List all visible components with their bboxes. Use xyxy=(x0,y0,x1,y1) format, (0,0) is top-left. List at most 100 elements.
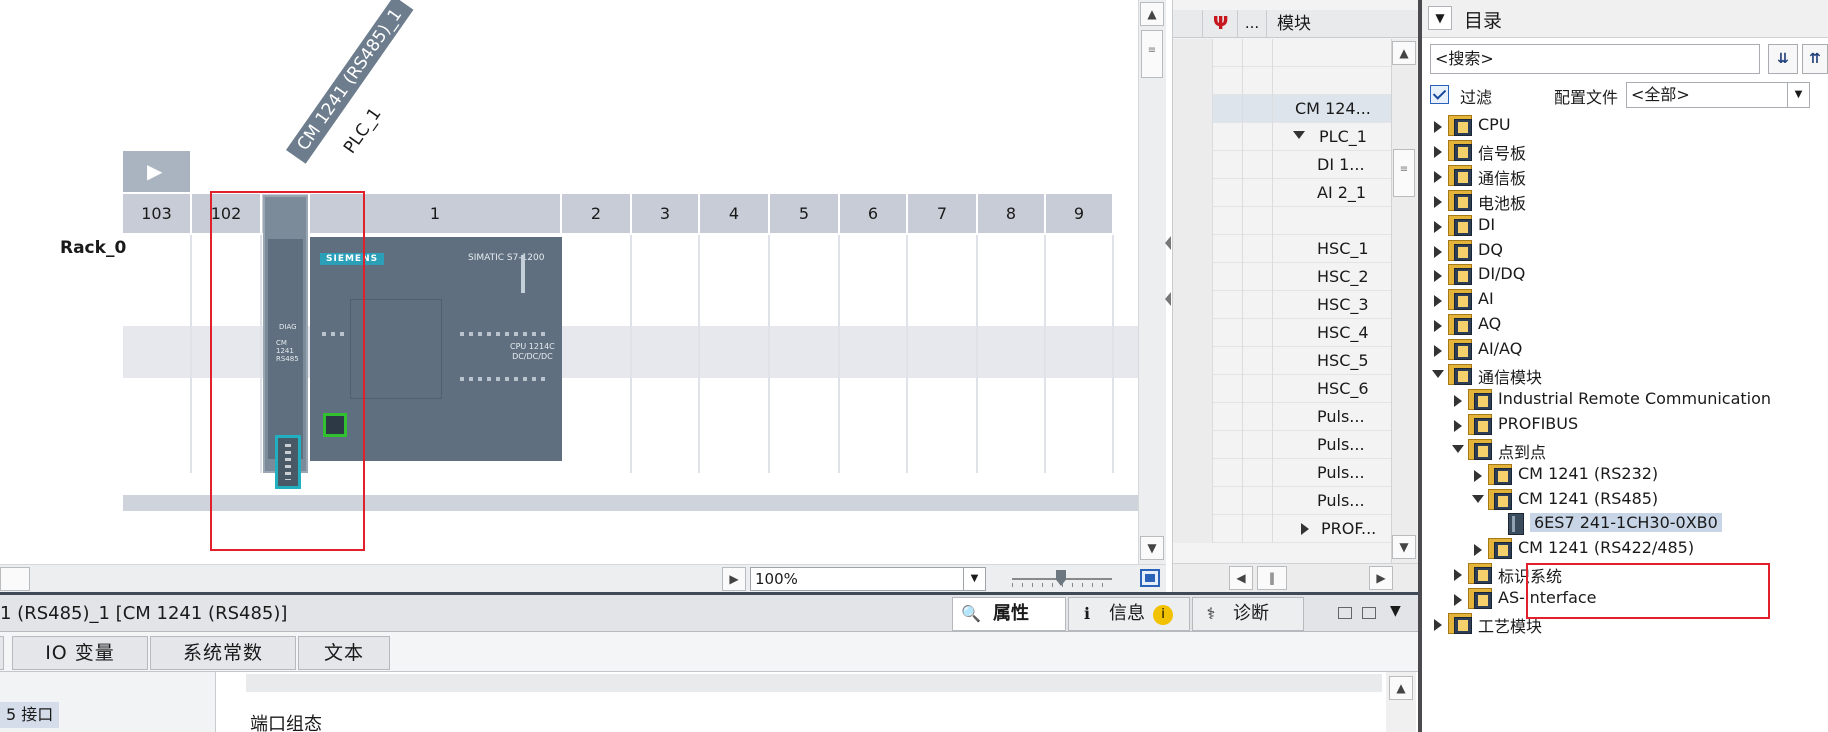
expand-right-icon[interactable] xyxy=(1434,619,1442,631)
search-previous-icon[interactable]: ⇈ xyxy=(1802,44,1828,74)
canvas-vertical-scrollbar[interactable]: ▲ ≡ ▼ xyxy=(1138,0,1166,564)
tab-texts[interactable]: 文本 xyxy=(298,636,390,670)
scroll-right-button[interactable]: ▶ xyxy=(722,567,746,591)
expand-right-icon[interactable] xyxy=(1454,420,1462,432)
scroll-right-button[interactable]: ▶ xyxy=(1369,566,1393,590)
zoom-fit-icon[interactable] xyxy=(1140,569,1160,587)
empty-slot-102[interactable] xyxy=(192,235,262,473)
expand-right-icon[interactable] xyxy=(1474,470,1482,482)
empty-slot-5[interactable] xyxy=(770,235,840,473)
expand-right-icon[interactable] xyxy=(1434,171,1442,183)
expand-right-icon[interactable] xyxy=(1434,270,1442,282)
scroll-left-button[interactable]: ◀ xyxy=(1229,566,1253,590)
plc-name-label[interactable]: PLC_1 xyxy=(340,104,386,157)
overview-column-options[interactable]: ... xyxy=(1237,10,1267,38)
cpu-module[interactable]: SIEMENS SIMATIC S7-1200 CPU 1214C DC/DC/… xyxy=(310,237,562,461)
overview-row[interactable]: Puls... xyxy=(1173,431,1391,459)
overview-row[interactable]: HSC_1 xyxy=(1173,235,1391,263)
overview-row[interactable]: PLC_1 xyxy=(1173,123,1391,151)
overview-row[interactable]: HSC_6 xyxy=(1173,375,1391,403)
tab-system-constants[interactable]: 系统常数 xyxy=(150,636,296,670)
overview-row[interactable] xyxy=(1173,67,1391,95)
expand-right-icon[interactable] xyxy=(1454,594,1462,606)
expand-down-icon[interactable] xyxy=(1472,495,1484,503)
catalog-item-label: 标识系统 xyxy=(1498,567,1563,586)
tab-scroll-left[interactable] xyxy=(0,636,4,670)
inspector-vertical-scrollbar[interactable]: ▲ xyxy=(1386,672,1416,732)
filter-checkbox[interactable] xyxy=(1430,85,1449,104)
tab-properties[interactable]: 🔍 属性 xyxy=(952,597,1066,631)
expand-right-icon[interactable] xyxy=(1454,569,1462,581)
overview-row[interactable]: Puls... xyxy=(1173,403,1391,431)
scroll-thumb[interactable]: ≡ xyxy=(1141,30,1163,78)
overview-row[interactable]: DI 1... xyxy=(1173,151,1391,179)
expand-right-icon[interactable] xyxy=(1434,345,1442,357)
cm1241-rs485-module[interactable]: DIAG CM 1241 RS485 xyxy=(263,195,308,489)
empty-slot-3[interactable] xyxy=(632,235,700,473)
cm-module-body: DIAG CM 1241 RS485 xyxy=(268,239,303,489)
expand-down-icon[interactable] xyxy=(1293,131,1305,139)
overview-row[interactable]: Puls... xyxy=(1173,487,1391,515)
zoom-slider[interactable] xyxy=(1012,569,1112,589)
expand-right-icon[interactable] xyxy=(1454,395,1462,407)
search-next-icon[interactable]: ⇊ xyxy=(1768,44,1798,74)
overview-row[interactable]: CM 124... xyxy=(1173,95,1391,123)
hscroll-thumb[interactable]: ‖ xyxy=(1257,566,1287,590)
hscroll-thumb[interactable] xyxy=(0,567,30,591)
device-view-canvas[interactable]: CM 1241 (RS485)_1 PLC_1 ▶ Rack_0 103 102 1… xyxy=(0,0,1138,564)
column-filter-icon[interactable]: Ψ xyxy=(1213,13,1228,34)
expand-right-icon[interactable] xyxy=(1434,295,1442,307)
catalog-search-input[interactable]: <搜索> xyxy=(1430,44,1760,74)
expand-right-icon[interactable] xyxy=(1434,196,1442,208)
overview-horizontal-scrollbar[interactable]: ◀ ‖ ▶ xyxy=(1173,563,1419,592)
overview-vertical-scrollbar[interactable]: ▲ ≡ ▼ xyxy=(1391,39,1417,563)
catalog-folder-item[interactable]: 工艺模块 xyxy=(1434,610,1802,639)
layout-icon[interactable] xyxy=(1362,607,1376,619)
expand-right-icon[interactable] xyxy=(1301,523,1309,535)
overview-row[interactable] xyxy=(1173,207,1391,235)
expand-right-icon[interactable] xyxy=(1434,320,1442,332)
empty-slot-6[interactable] xyxy=(840,235,908,473)
empty-slot-8[interactable] xyxy=(978,235,1046,473)
empty-slot-7[interactable] xyxy=(908,235,978,473)
scroll-up-button[interactable]: ▲ xyxy=(1392,41,1416,65)
overview-row[interactable] xyxy=(1173,39,1391,67)
nav-item-interface[interactable]: 5 接口 xyxy=(0,702,60,728)
panel-split-handles[interactable] xyxy=(1165,236,1173,316)
expand-right-icon[interactable] xyxy=(1474,544,1482,556)
collapse-icon[interactable]: ▼ xyxy=(1428,6,1452,30)
zoom-select[interactable]: 100% ▼ xyxy=(750,567,986,591)
overview-column-module[interactable]: 模块 xyxy=(1277,10,1311,38)
overview-row[interactable]: HSC_2 xyxy=(1173,263,1391,291)
tab-diagnostics[interactable]: ⚕ 诊断 xyxy=(1192,597,1304,631)
profinet-port-icon[interactable] xyxy=(323,413,347,437)
scroll-thumb[interactable]: ≡ xyxy=(1393,149,1415,197)
empty-slot-4[interactable] xyxy=(700,235,770,473)
expand-right-icon[interactable] xyxy=(1434,146,1442,158)
tab-io-tags[interactable]: IO 变量 xyxy=(12,636,148,670)
overview-row[interactable]: HSC_4 xyxy=(1173,319,1391,347)
tab-info[interactable]: ℹ 信息 i xyxy=(1068,597,1190,631)
overview-row[interactable]: HSC_3 xyxy=(1173,291,1391,319)
scroll-down-button[interactable]: ▼ xyxy=(1140,536,1164,560)
empty-slot-103[interactable] xyxy=(123,235,192,473)
empty-slot-9[interactable] xyxy=(1046,235,1114,473)
rack-expand-button[interactable]: ▶ xyxy=(123,151,190,192)
expand-right-icon[interactable] xyxy=(1434,221,1442,233)
restore-window-icon[interactable] xyxy=(1338,607,1352,619)
rs485-port-icon[interactable] xyxy=(275,435,301,489)
overview-row[interactable]: Puls... xyxy=(1173,459,1391,487)
scroll-up-button[interactable]: ▲ xyxy=(1389,676,1413,700)
empty-slot-2[interactable] xyxy=(562,235,632,473)
overview-row[interactable]: HSC_5 xyxy=(1173,347,1391,375)
profile-select[interactable]: <全部> ▼ xyxy=(1626,82,1810,108)
scroll-down-button[interactable]: ▼ xyxy=(1392,535,1416,559)
expand-down-icon[interactable] xyxy=(1432,370,1444,378)
scroll-up-button[interactable]: ▲ xyxy=(1140,2,1164,26)
expand-right-icon[interactable] xyxy=(1434,246,1442,258)
chevron-down-icon[interactable]: ▼ xyxy=(1390,603,1401,619)
overview-row[interactable]: PROF... xyxy=(1173,515,1391,543)
expand-right-icon[interactable] xyxy=(1434,121,1442,133)
expand-down-icon[interactable] xyxy=(1452,445,1464,453)
overview-row[interactable]: AI 2_1 xyxy=(1173,179,1391,207)
